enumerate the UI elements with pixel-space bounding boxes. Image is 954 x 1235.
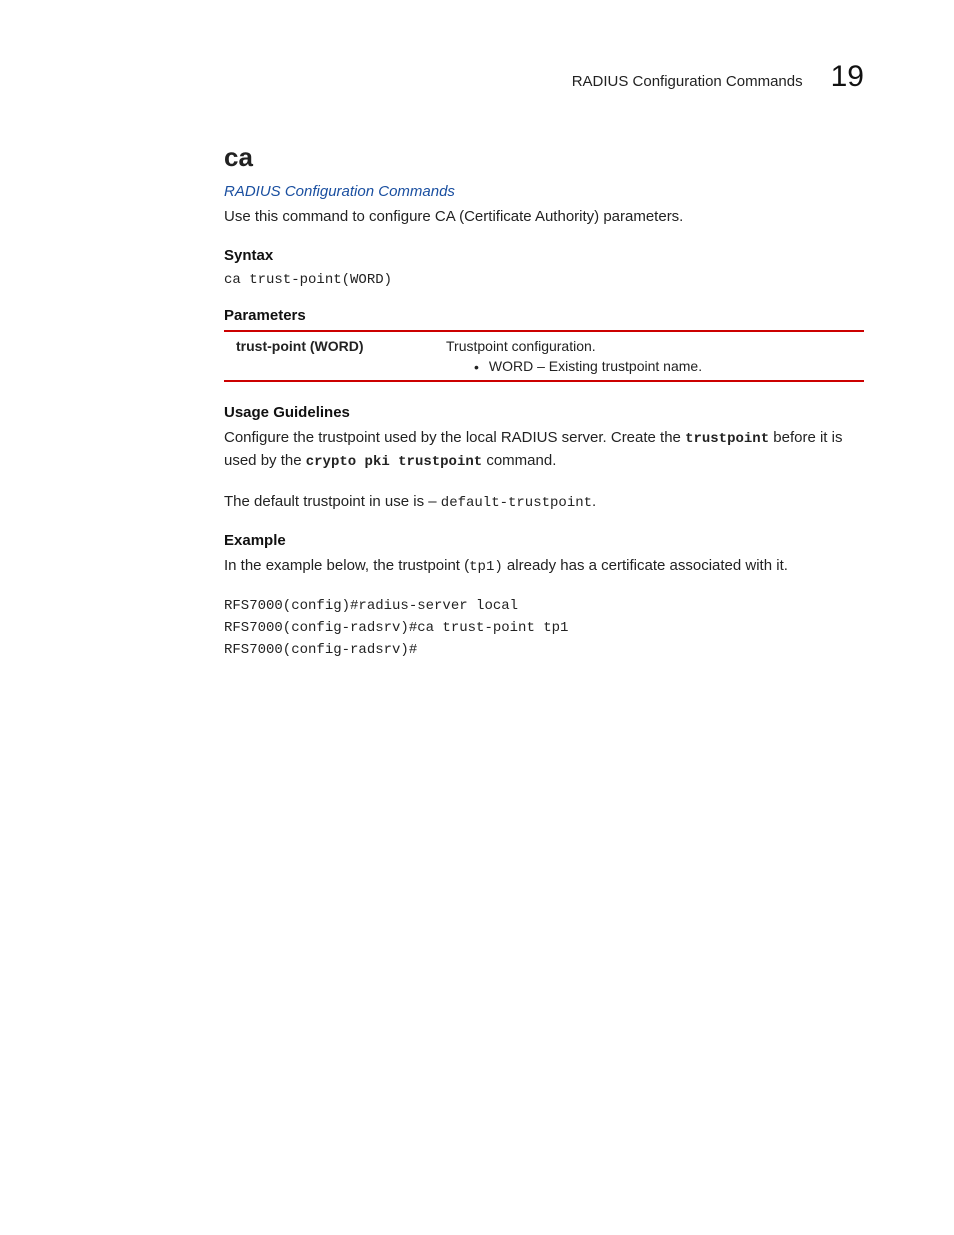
table-row: trust-point (WORD) Trustpoint configurat… bbox=[224, 331, 864, 381]
parameters-heading: Parameters bbox=[224, 307, 864, 324]
command-intro: Use this command to configure CA (Certif… bbox=[224, 206, 864, 229]
usage-text: command. bbox=[482, 452, 556, 469]
usage-heading: Usage Guidelines bbox=[224, 404, 864, 421]
usage-paragraph-2: The default trustpoint in use is – defau… bbox=[224, 491, 864, 514]
bullet-icon: • bbox=[474, 360, 479, 374]
usage-keyword: trustpoint bbox=[685, 431, 769, 447]
usage-paragraph-1: Configure the trustpoint used by the loc… bbox=[224, 427, 864, 473]
example-code-block: RFS7000(config)#radius-server local RFS7… bbox=[224, 596, 864, 661]
usage-text: . bbox=[592, 493, 596, 510]
example-heading: Example bbox=[224, 532, 864, 549]
parameters-table: trust-point (WORD) Trustpoint configurat… bbox=[224, 330, 864, 382]
usage-text: Configure the trustpoint used by the loc… bbox=[224, 429, 685, 446]
syntax-code: ca trust-point(WORD) bbox=[224, 270, 864, 292]
page-header: RADIUS Configuration Commands 19 bbox=[224, 60, 864, 94]
param-name: trust-point (WORD) bbox=[224, 331, 434, 381]
example-text: already has a certificate associated wit… bbox=[503, 557, 788, 574]
example-text: In the example below, the trustpoint ( bbox=[224, 557, 469, 574]
param-bullet-row: • WORD – Existing trustpoint name. bbox=[446, 358, 856, 374]
usage-code: default-trustpoint bbox=[441, 495, 592, 511]
example-inline-code: tp1) bbox=[469, 559, 503, 575]
page-content: RADIUS Configuration Commands 19 ca RADI… bbox=[0, 0, 954, 737]
param-desc: Trustpoint configuration. bbox=[446, 338, 856, 354]
chapter-number: 19 bbox=[831, 60, 864, 94]
breadcrumb-link[interactable]: RADIUS Configuration Commands bbox=[224, 183, 864, 200]
command-title: ca bbox=[224, 142, 864, 173]
param-desc-cell: Trustpoint configuration. • WORD – Exist… bbox=[434, 331, 864, 381]
header-section-title: RADIUS Configuration Commands bbox=[572, 73, 803, 90]
syntax-heading: Syntax bbox=[224, 247, 864, 264]
usage-keyword: crypto pki trustpoint bbox=[306, 454, 482, 470]
param-bullet-text: WORD – Existing trustpoint name. bbox=[489, 358, 702, 374]
example-intro: In the example below, the trustpoint (tp… bbox=[224, 555, 864, 578]
usage-text: The default trustpoint in use is – bbox=[224, 493, 441, 510]
